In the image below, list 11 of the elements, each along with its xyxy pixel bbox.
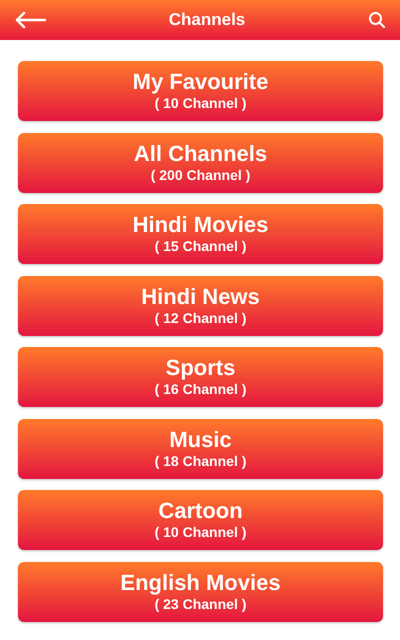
category-button[interactable]: Cartoon ( 10 Channel ) [18,490,383,550]
category-button[interactable]: My Favourite ( 10 Channel ) [18,61,383,121]
search-icon[interactable] [368,11,386,29]
screen-title: Channels [168,10,246,30]
category-button[interactable]: Sports ( 16 Channel ) [18,347,383,407]
category-button[interactable]: Hindi Movies ( 15 Channel ) [18,204,383,264]
category-button[interactable]: All Channels ( 200 Channel ) [18,132,383,192]
back-arrow-icon[interactable] [14,11,46,29]
category-button[interactable]: Hindi News ( 12 Channel ) [18,276,383,336]
category-button[interactable]: Music ( 18 Channel ) [18,418,383,478]
category-button[interactable]: English Movies ( 23 Channel ) [18,562,383,622]
